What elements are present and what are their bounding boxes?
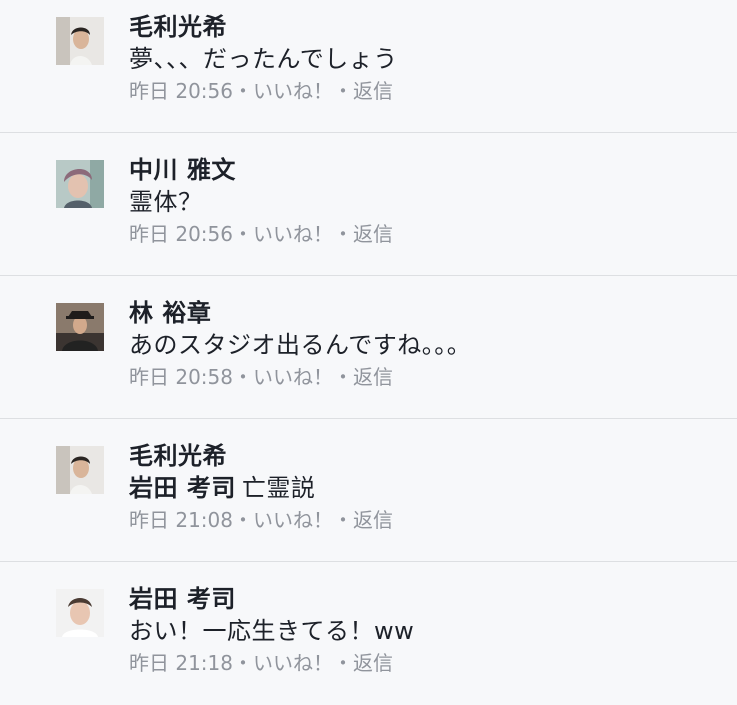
comment-timestamp[interactable]: 昨日 21:18 bbox=[129, 651, 233, 675]
comment-item: 林 裕章 あのスタジオ出るんですね。。。 昨日 20:58・いいね！・返信 bbox=[0, 276, 737, 419]
reply-button[interactable]: 返信 bbox=[353, 508, 393, 532]
avatar[interactable] bbox=[56, 17, 104, 65]
comment-item: 岩田 考司 おい！一応生きてる！ww 昨日 21:18・いいね！・返信 bbox=[0, 562, 737, 705]
avatar-photo-icon bbox=[56, 589, 104, 637]
avatar[interactable] bbox=[56, 589, 104, 637]
comment-timestamp[interactable]: 昨日 20:56 bbox=[129, 79, 233, 103]
mention-tag[interactable]: 岩田 考司 bbox=[129, 474, 236, 502]
meta-separator: ・ bbox=[333, 508, 353, 532]
comment-author[interactable]: 中川 雅文 bbox=[129, 153, 236, 187]
like-button[interactable]: いいね！ bbox=[253, 651, 333, 675]
comment-text: おい！一応生きてる！ww bbox=[129, 617, 415, 645]
comment-text: 夢、、、だったんでしょう bbox=[129, 45, 398, 73]
reply-button[interactable]: 返信 bbox=[353, 651, 393, 675]
comment-meta: 昨日 20:56・いいね！・返信 bbox=[129, 220, 393, 248]
comment-meta: 昨日 21:18・いいね！・返信 bbox=[129, 649, 393, 677]
like-button[interactable]: いいね！ bbox=[253, 79, 333, 103]
comment-meta: 昨日 21:08・いいね！・返信 bbox=[129, 506, 393, 534]
meta-separator: ・ bbox=[333, 365, 353, 389]
comment-meta: 昨日 20:56・いいね！・返信 bbox=[129, 77, 393, 105]
comment-body: 岩田 考司 亡霊説 bbox=[129, 471, 315, 505]
meta-separator: ・ bbox=[233, 508, 253, 532]
like-button[interactable]: いいね！ bbox=[253, 222, 333, 246]
avatar[interactable] bbox=[56, 446, 104, 494]
like-button[interactable]: いいね！ bbox=[253, 508, 333, 532]
meta-separator: ・ bbox=[233, 365, 253, 389]
like-button[interactable]: いいね！ bbox=[253, 365, 333, 389]
avatar[interactable] bbox=[56, 303, 104, 351]
comment-author[interactable]: 林 裕章 bbox=[129, 296, 211, 330]
comment-item: 中川 雅文 霊体？ 昨日 20:56・いいね！・返信 bbox=[0, 133, 737, 276]
meta-separator: ・ bbox=[333, 651, 353, 675]
comment-timestamp[interactable]: 昨日 20:58 bbox=[129, 365, 233, 389]
reply-button[interactable]: 返信 bbox=[353, 222, 393, 246]
reply-button[interactable]: 返信 bbox=[353, 79, 393, 103]
comment-text: 霊体？ bbox=[129, 188, 203, 216]
comment-author[interactable]: 毛利光希 bbox=[129, 439, 227, 473]
meta-separator: ・ bbox=[233, 79, 253, 103]
comment-item: 毛利光希 岩田 考司 亡霊説 昨日 21:08・いいね！・返信 bbox=[0, 419, 737, 562]
meta-separator: ・ bbox=[333, 79, 353, 103]
comment-author[interactable]: 岩田 考司 bbox=[129, 582, 236, 616]
comment-item: 毛利光希 夢、、、だったんでしょう 昨日 20:56・いいね！・返信 bbox=[0, 0, 737, 133]
comment-author[interactable]: 毛利光希 bbox=[129, 10, 227, 44]
meta-separator: ・ bbox=[233, 222, 253, 246]
comment-meta: 昨日 20:58・いいね！・返信 bbox=[129, 363, 393, 391]
meta-separator: ・ bbox=[333, 222, 353, 246]
avatar[interactable] bbox=[56, 160, 104, 208]
comment-text: あのスタジオ出るんですね。。。 bbox=[129, 331, 472, 359]
comment-timestamp[interactable]: 昨日 20:56 bbox=[129, 222, 233, 246]
avatar-photo-icon bbox=[56, 17, 104, 65]
comment-timestamp[interactable]: 昨日 21:08 bbox=[129, 508, 233, 532]
meta-separator: ・ bbox=[233, 651, 253, 675]
avatar-photo-icon bbox=[56, 303, 104, 351]
avatar-photo-icon bbox=[56, 160, 104, 208]
reply-button[interactable]: 返信 bbox=[353, 365, 393, 389]
comment-text: 亡霊説 bbox=[241, 474, 316, 502]
avatar-photo-icon bbox=[56, 446, 104, 494]
